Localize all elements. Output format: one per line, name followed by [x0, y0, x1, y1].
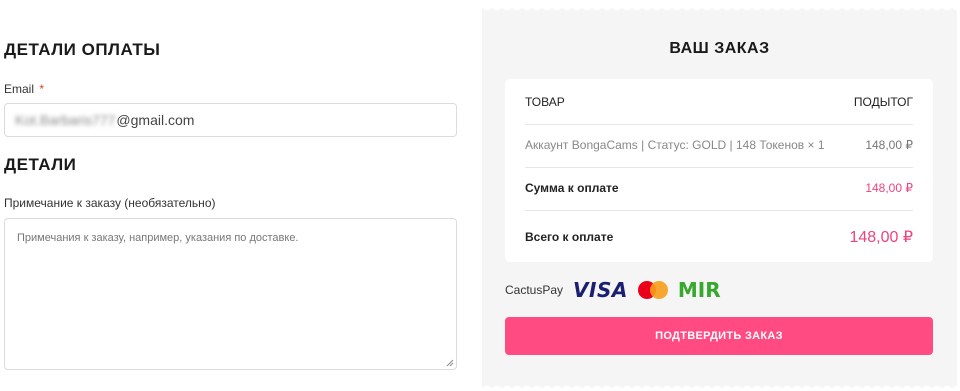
email-value-domain: @gmail.com — [116, 112, 195, 128]
column-product: ТОВАР — [525, 95, 565, 109]
payment-method[interactable]: CactusPay VISA MIR — [505, 278, 721, 302]
email-label-text: Email — [4, 82, 35, 96]
required-mark: * — [39, 82, 45, 96]
email-field[interactable]: Kot.Barbaris777 @gmail.com — [4, 103, 457, 137]
email-value-blurred: Kot.Barbaris777 — [15, 112, 116, 128]
mastercard-logo-icon — [637, 281, 668, 299]
panel-bottom-edge — [482, 381, 957, 391]
divider — [525, 124, 913, 125]
email-label: Email * — [4, 82, 44, 96]
billing-column: ДЕТАЛИ ОПЛАТЫ Email * Kot.Barbaris777 @g… — [0, 0, 470, 391]
order-notes-placeholder: Примечания к заказу, например, указания … — [17, 232, 299, 244]
table-row: Аккаунт BongaCams | Статус: GOLD | 148 Т… — [525, 138, 913, 152]
order-summary-table: ТОВАР ПОДЫТОГ Аккаунт BongaCams | Статус… — [505, 79, 933, 262]
product-name: Аккаунт BongaCams | Статус: GOLD | 148 Т… — [525, 138, 805, 152]
order-heading-wrap: ВАШ ЗАКАЗ — [482, 0, 957, 70]
product-quantity: × 1 — [807, 138, 825, 152]
confirm-order-button[interactable]: ПОДТВЕРДИТЬ ЗАКАЗ — [505, 317, 933, 355]
divider — [525, 210, 913, 211]
resize-grip-icon[interactable] — [446, 359, 454, 367]
subtotal-value: 148,00 ₽ — [865, 181, 913, 195]
billing-heading: ДЕТАЛИ ОПЛАТЫ — [4, 40, 161, 59]
order-notes-textarea[interactable]: Примечания к заказу, например, указания … — [4, 218, 457, 370]
details-heading: ДЕТАЛИ — [4, 155, 77, 174]
product-price: 148,00 ₽ — [865, 138, 913, 152]
column-subtotal: ПОДЫТОГ — [853, 95, 913, 109]
order-notes-label: Примечание к заказу (необязательно) — [4, 196, 216, 210]
payment-method-label: CactusPay — [505, 283, 564, 297]
product-line: Аккаунт BongaCams | Статус: GOLD | 148 Т… — [525, 138, 825, 152]
total-row: Всего к оплате 148,00 ₽ — [525, 227, 913, 247]
divider — [525, 167, 913, 168]
subtotal-row: Сумма к оплате 148,00 ₽ — [525, 181, 913, 195]
total-value: 148,00 ₽ — [849, 229, 913, 246]
mir-logo-icon: MIR — [677, 278, 721, 302]
table-header-row: ТОВАР ПОДЫТОГ — [525, 95, 913, 109]
visa-logo-icon: VISA — [573, 278, 628, 302]
total-label: Всего к оплате — [525, 230, 614, 244]
order-heading: ВАШ ЗАКАЗ — [669, 40, 770, 57]
subtotal-label: Сумма к оплате — [525, 181, 619, 195]
